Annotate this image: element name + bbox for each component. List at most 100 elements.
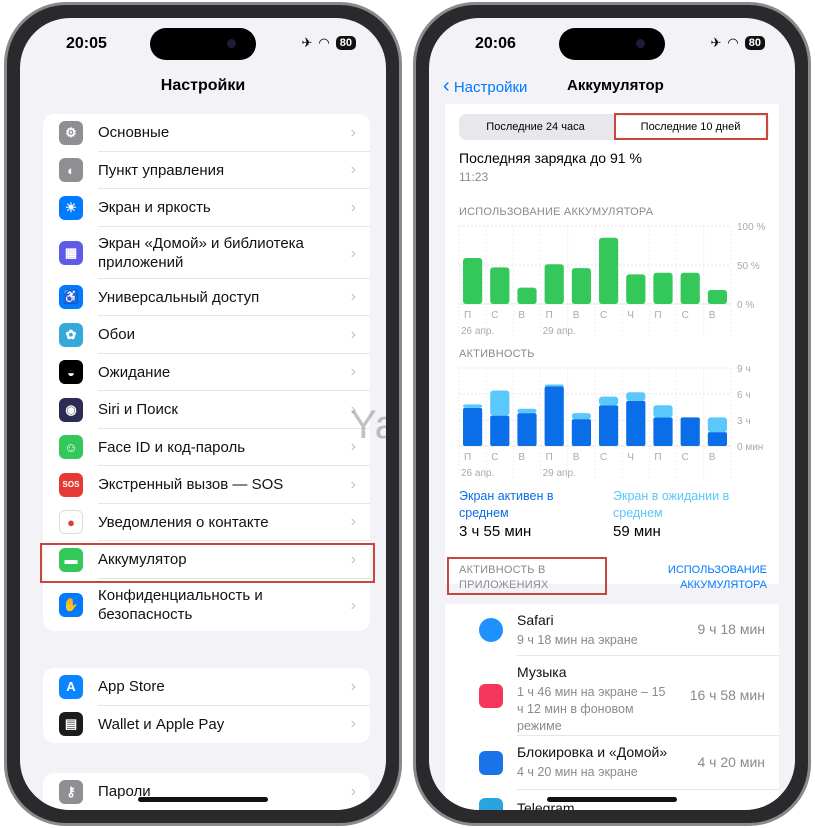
chevron-right-icon: › [350,475,356,493]
app-total: 16 ч 58 мин [689,687,765,703]
accessibility-icon: ♿ [59,285,83,310]
x-tick-label: Ч [627,310,634,321]
watermark: Yablyk [350,403,386,447]
settings-row[interactable]: ◒ Ожидание › [43,354,370,392]
activity-bar [707,432,727,446]
x-tick-label: С [600,310,607,321]
x-tick-label: Ч [627,452,634,463]
chevron-right-icon: › [350,198,356,216]
activity-bar [490,415,510,446]
row-label: Основные [98,124,170,142]
app-row[interactable]: Safari 9 ч 18 мин на экране 9 ч 18 мин [445,604,779,656]
left-phone: 20:05 ✈ ◠ 80 Настройки ⚙ Основные › ◐ Пункт уп… [4,2,402,826]
activity-bar [653,417,673,446]
settings-row[interactable]: ✋ Конфиденциальность и безопасность › [43,579,370,631]
row-label: App Store [98,678,165,696]
settings-row[interactable]: ◐ Пункт управления › [43,152,370,190]
key-icon: ⚷ [59,779,83,804]
chevron-right-icon: › [350,325,356,343]
activity-bar [626,400,646,446]
settings-row[interactable]: ▦ Экран «Домой» и библиотека приложений › [43,227,370,279]
row-label: Экран и яркость [98,199,211,217]
standby-icon: ◒ [59,360,83,385]
app-total: 9 ч 18 мин [697,621,766,637]
status-icons: ✈ ◠ 80 [301,35,356,51]
y-tick-label: 3 ч [737,416,751,427]
status-time: 20:06 [475,35,516,52]
dynamic-island [559,28,665,60]
activity-bar [626,392,646,401]
app-name: Safari [517,612,554,628]
app-detail: 1 ч 46 мин на экране – 15 ч 12 мин в фон… [517,685,666,733]
dynamic-island [150,28,256,60]
battery-screen: 20:06 ✈ ◠ 80 ‹ Настройки Аккумулятор После… [429,18,795,810]
app-row[interactable]: Блокировка и «Домой» 4 ч 20 мин на экран… [445,736,779,790]
back-button[interactable]: ‹ Настройки [443,75,527,98]
home-grid-icon: ▦ [59,240,83,265]
battery-bar [571,268,591,304]
x-tick-label: В [573,310,580,321]
settings-row[interactable]: ● Уведомления о контакте › [43,504,370,542]
x-tick-label: В [709,452,716,463]
sun-icon: ☀ [59,195,83,220]
x-tick-label: С [682,452,689,463]
chevron-right-icon: › [350,161,356,179]
app-detail: 9 ч 18 мин на экране [517,633,638,647]
chevron-right-icon: › [350,244,356,262]
settings-row[interactable]: A App Store › [43,668,370,706]
settings-row[interactable]: ▤ Wallet и Apple Pay › [43,706,370,744]
activity-bar [463,407,483,446]
last-charge-time: 11:23 [459,170,489,184]
activity-bar [707,417,727,433]
home-indicator [138,797,268,802]
last-charge: Последняя зарядка до 91 % [459,150,642,166]
x-tick-label: С [600,452,607,463]
chevron-right-icon: › [350,513,356,531]
y-tick-label: 9 ч [737,364,751,375]
settings-group-2: A App Store › ▤ Wallet и Apple Pay › [43,668,370,743]
row-label: Конфиденциальность и безопасность [98,586,263,623]
highlight-10-days [614,113,768,140]
battery-usage-toggle[interactable]: ИСПОЛЬЗОВАНИЕ АККУМУЛЯТОРА [647,563,767,593]
chevron-right-icon: › [350,677,356,695]
page-title: Настройки [160,77,246,94]
settings-row[interactable]: ◉ Siri и Поиск › [43,391,370,429]
app-row[interactable]: Музыка 1 ч 46 мин на экране – 15 ч 12 ми… [445,656,779,736]
settings-row[interactable]: ⚷ Пароли › [43,773,370,810]
battery-bar [517,287,537,304]
chevron-right-icon: › [350,596,356,614]
row-label: Siri и Поиск [98,401,178,419]
chevron-right-icon: › [350,363,356,381]
row-label: Универсальный доступ [98,288,260,306]
y-tick-label: 100 % [737,222,765,233]
activity-chart: 9 ч 6 ч 3 ч 0 мин П С В П В С Ч П С В 26 апр. 29 апр. [458,364,763,478]
hand-icon: ✋ [59,592,83,617]
settings-row[interactable]: ✿ Обои › [43,316,370,354]
gear-icon: ⚙ [59,120,83,145]
settings-row[interactable]: SOS Экстренный вызов — SOS › [43,466,370,504]
screen-on-value: 3 ч 55 мин [459,523,532,540]
battery-bar [680,272,700,304]
activity-bar [490,390,510,416]
tab-24-hours[interactable]: Последние 24 часа [459,114,612,140]
settings-row[interactable]: ☀ Экран и яркость › [43,189,370,227]
activity-bar [680,417,700,446]
x-tick-label: С [491,452,498,463]
row-label: Face ID и код-пароль [98,438,246,456]
y-tick-label: 0 мин [737,442,763,453]
row-label: Пункт управления [98,161,225,179]
chevron-right-icon: › [350,123,356,141]
activity-bar [599,405,619,446]
airplane-icon: ✈ [301,35,313,50]
settings-row[interactable]: ☺ Face ID и код-пароль › [43,429,370,467]
settings-screen: 20:05 ✈ ◠ 80 Настройки ⚙ Основные › ◐ Пункт уп… [20,18,386,810]
battery-bar [490,267,510,304]
battery-usage-chart: 100 % 50 % 0 % П С В П В С Ч П С В 26 апр. 29 апр. [458,222,765,336]
x-tick-label: С [491,310,498,321]
settings-row[interactable]: ⚙ Основные › [43,114,370,152]
battery-bar [653,272,673,304]
activity-bar [599,396,619,406]
music-icon [479,684,503,708]
status-time: 20:05 [66,35,107,52]
settings-row[interactable]: ♿ Универсальный доступ › [43,279,370,317]
